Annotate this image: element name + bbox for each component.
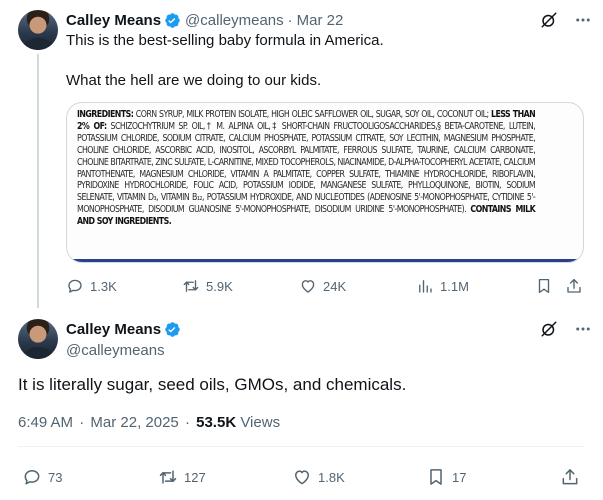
heart-icon	[295, 470, 309, 485]
share-button[interactable]	[560, 467, 580, 487]
tweet1-line2: What the hell are we doing to our kids.	[66, 72, 322, 89]
bookmark-button[interactable]: 17	[426, 467, 466, 487]
ingredients-heading: INGREDIENTS:	[77, 109, 134, 120]
reply-icon	[24, 470, 40, 485]
tweet1-line1: This is the best-selling baby formula in…	[66, 32, 384, 49]
like-button[interactable]: 1.8K	[292, 467, 345, 487]
tweet1-header: Calley Means @calleymeans · Mar 22	[66, 10, 343, 30]
tweet1-actions: 1.3K 5.9K 24K 1.1M	[66, 276, 586, 296]
more-options-icon[interactable]	[574, 320, 592, 338]
divider	[18, 446, 585, 447]
repost-icon	[159, 470, 177, 484]
tweet2-text: It is literally sugar, seed oils, GMOs, …	[18, 375, 407, 394]
tweet-date[interactable]: Mar 22, 2025	[90, 414, 178, 431]
bookmark-button[interactable]	[535, 277, 553, 295]
verified-badge-icon	[165, 12, 180, 28]
separator-dot: ·	[287, 11, 293, 29]
author-handle[interactable]: @calleymeans	[185, 12, 284, 29]
reply-icon	[68, 279, 82, 293]
analytics-icon	[419, 280, 432, 293]
tweet2-top-icons	[540, 320, 592, 338]
avatar[interactable]	[18, 10, 58, 50]
tweet-time[interactable]: 6:49 AM	[18, 414, 73, 431]
reply-button[interactable]: 1.3K	[66, 277, 117, 295]
share-button[interactable]	[565, 277, 583, 295]
views-count: 53.5K	[196, 414, 237, 431]
separator-dot: ·	[184, 414, 190, 431]
repost-count: 5.9K	[206, 278, 233, 294]
ingredients-part1: CORN SYRUP, MILK PROTEIN ISOLATE, HIGH O…	[133, 109, 491, 120]
bookmark-icon	[538, 278, 550, 294]
thread-line	[37, 54, 39, 308]
tweet-date[interactable]: Mar 22	[297, 12, 344, 29]
reply-count: 1.3K	[90, 278, 117, 294]
more-options-icon[interactable]	[574, 11, 592, 29]
repost-button[interactable]: 127	[158, 467, 206, 487]
repost-button[interactable]: 5.9K	[182, 277, 233, 295]
share-icon	[562, 469, 578, 485]
like-count: 24K	[323, 278, 347, 294]
tweet2-name-row: Calley Means	[66, 319, 181, 339]
views-count: 1.1M	[440, 278, 469, 294]
bookmark-icon	[430, 469, 442, 485]
grok-icon[interactable]	[540, 11, 558, 29]
repost-count: 127	[184, 469, 206, 485]
heart-icon	[301, 280, 315, 293]
share-icon	[567, 278, 581, 293]
verified-badge-icon	[165, 321, 180, 337]
tweet1-image[interactable]: INGREDIENTS: CORN SYRUP, MILK PROTEIN IS…	[66, 102, 584, 263]
views-button[interactable]: 1.1M	[416, 277, 469, 295]
repost-icon	[183, 280, 199, 292]
reply-button[interactable]: 73	[22, 467, 62, 487]
author-handle[interactable]: @calleymeans	[66, 342, 165, 359]
separator-dot: ·	[79, 414, 85, 431]
bookmark-count: 17	[452, 469, 467, 485]
tweet2-actions: 73 127 1.8K 17	[22, 466, 584, 488]
tweet2-handle-row: @calleymeans	[66, 340, 165, 360]
like-count: 1.8K	[318, 469, 345, 485]
grok-icon[interactable]	[540, 320, 558, 338]
author-name[interactable]: Calley Means	[66, 12, 161, 29]
avatar[interactable]	[18, 319, 58, 359]
image-bottom-bar	[67, 259, 583, 262]
tweet2-meta: 6:49 AM · Mar 22, 2025 · 53.5K Views	[18, 414, 280, 431]
ingredients-part2: SCHIZOCHYTRIUM SP. OIL,† M. ALPINA OIL,‡…	[77, 120, 536, 216]
like-button[interactable]: 24K	[299, 277, 346, 295]
tweet1-top-icons	[540, 11, 592, 29]
views-label: Views	[240, 414, 281, 431]
ingredient-label: INGREDIENTS: CORN SYRUP, MILK PROTEIN IS…	[77, 109, 536, 228]
reply-count: 73	[48, 469, 63, 485]
author-name[interactable]: Calley Means	[66, 321, 161, 338]
